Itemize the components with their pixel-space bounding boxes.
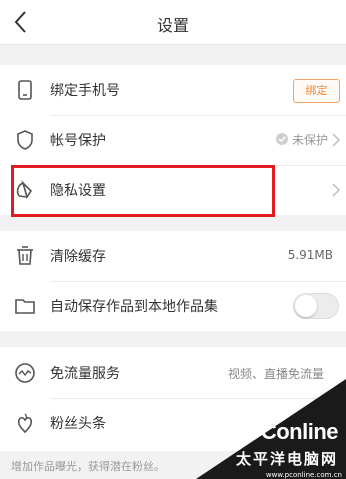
bind-phone-label: 绑定手机号	[50, 83, 120, 99]
cache-size: 5.91MB	[287, 248, 333, 262]
fans-headline-label: 粉丝头条	[50, 416, 106, 432]
protection-status: 未保护	[275, 131, 328, 148]
watermark-domain: www.pconline.com.cn	[265, 471, 342, 479]
nav-bar: 设置	[0, 0, 346, 45]
folder-icon	[15, 299, 35, 314]
protection-status-text: 未保护	[291, 133, 328, 147]
account-protection-label: 帐号保护	[50, 133, 106, 149]
trash-icon	[17, 246, 33, 265]
shield-icon	[17, 130, 33, 150]
chevron-right-icon	[332, 133, 340, 147]
page-title: 设置	[156, 16, 189, 35]
check-circle-icon	[275, 133, 288, 145]
fans-headline-note: 增加作品曝光，获得潜在粉丝。	[11, 460, 165, 473]
phone-icon	[18, 80, 32, 100]
pconline-watermark: PConline 太平洋电脑网 www.pconline.com.cn	[196, 379, 346, 479]
chevron-right-icon	[332, 183, 340, 197]
watermark-logo: PConline	[246, 419, 339, 444]
bind-phone-button[interactable]: 绑定	[293, 79, 340, 103]
storage-settings-group: 清除缓存 5.91MB 自动保存作品到本地作品集	[0, 231, 346, 331]
auto-save-row: 自动保存作品到本地作品集	[0, 281, 346, 331]
clear-cache-label: 清除缓存	[50, 249, 106, 265]
privacy-highlight-box	[11, 165, 275, 217]
bind-phone-row[interactable]: 绑定手机号 绑定	[0, 65, 346, 115]
free-traffic-label: 免流量服务	[50, 366, 120, 382]
watermark-cn-text: 太平洋电脑网	[235, 450, 338, 468]
account-protection-row[interactable]: 帐号保护 未保护	[0, 115, 346, 165]
clear-cache-row[interactable]: 清除缓存 5.91MB	[0, 231, 346, 281]
fans-icon	[17, 413, 33, 434]
traffic-icon	[15, 363, 35, 383]
toggle-knob	[295, 295, 317, 317]
auto-save-label: 自动保存作品到本地作品集	[50, 299, 218, 315]
auto-save-toggle[interactable]	[293, 293, 339, 319]
